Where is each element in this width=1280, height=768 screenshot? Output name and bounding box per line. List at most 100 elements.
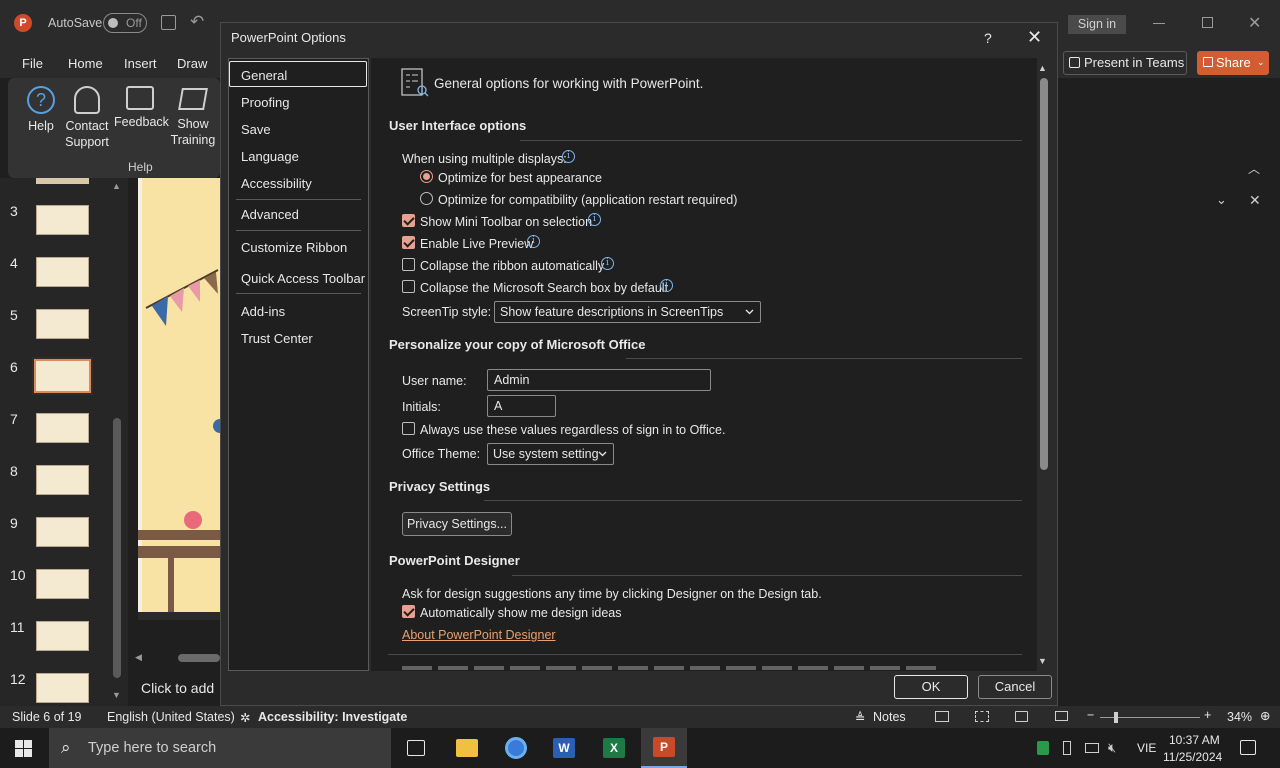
zoom-slider-thumb[interactable]: [1114, 712, 1118, 723]
slide-thumbnail[interactable]: [36, 205, 89, 235]
slide-sorter-icon[interactable]: [975, 711, 989, 722]
slide-thumbnail[interactable]: [36, 569, 89, 599]
info-icon[interactable]: i: [660, 279, 673, 292]
click-to-add-notes[interactable]: Click to add: [128, 668, 220, 706]
optimize-best-radio[interactable]: [420, 170, 433, 183]
present-in-teams-button[interactable]: Present in Teams: [1063, 51, 1187, 75]
always-use-label[interactable]: Always use these values regardless of si…: [420, 423, 725, 437]
contact-support-button[interactable]: Contact Support: [62, 84, 112, 150]
slide-thumbnail[interactable]: [36, 309, 89, 339]
dialog-close-icon[interactable]: ✕: [1027, 27, 1042, 48]
always-use-checkbox[interactable]: [402, 422, 415, 435]
fit-slide-icon[interactable]: ⊕: [1260, 708, 1270, 723]
input-language[interactable]: VIE: [1137, 741, 1156, 755]
info-icon[interactable]: i: [527, 235, 540, 248]
slide-thumbnail[interactable]: [36, 465, 89, 495]
info-icon[interactable]: i: [588, 213, 601, 226]
scroll-left-icon[interactable]: ◀: [135, 652, 142, 663]
dialog-help-icon[interactable]: ?: [984, 30, 992, 46]
help-button[interactable]: ? Help: [24, 84, 58, 134]
username-input[interactable]: [487, 369, 711, 391]
usb-tray-icon[interactable]: [1063, 741, 1071, 755]
live-preview-label[interactable]: Enable Live Preview: [420, 237, 533, 251]
accessibility-status[interactable]: Accessibility: Investigate: [258, 710, 407, 724]
collapse-ribbon-icon[interactable]: ︿: [1248, 160, 1260, 177]
file-explorer-icon[interactable]: [456, 739, 478, 757]
auto-design-ideas-checkbox[interactable]: [402, 605, 415, 618]
collapse-search-label[interactable]: Collapse the Microsoft Search box by def…: [420, 281, 668, 295]
word-icon[interactable]: W: [553, 738, 575, 758]
task-view-icon[interactable]: [407, 740, 425, 756]
screentip-style-select[interactable]: Show feature descriptions in ScreenTips: [494, 301, 761, 323]
office-theme-select[interactable]: Use system setting: [487, 443, 614, 465]
nav-accessibility[interactable]: Accessibility: [241, 176, 312, 191]
show-training-button[interactable]: Show Training: [168, 84, 218, 148]
language-status[interactable]: English (United States): [107, 710, 235, 724]
slide-thumbnail[interactable]: [36, 673, 89, 703]
slide-thumbnail[interactable]: [36, 621, 89, 651]
collapse-ribbon-label[interactable]: Collapse the ribbon automatically: [420, 259, 604, 273]
initials-input[interactable]: [487, 395, 556, 417]
restore-icon[interactable]: [1202, 17, 1213, 28]
security-tray-icon[interactable]: [1037, 741, 1049, 755]
slideshow-icon[interactable]: [1055, 711, 1068, 721]
nav-add-ins[interactable]: Add-ins: [241, 304, 285, 319]
feedback-button[interactable]: Feedback: [114, 84, 169, 130]
tab-draw[interactable]: Draw: [177, 56, 207, 71]
auto-design-ideas-label[interactable]: Automatically show me design ideas: [420, 606, 622, 620]
taskbar-search-input[interactable]: ⌕ Type here to search: [49, 728, 391, 768]
nav-save[interactable]: Save: [241, 122, 271, 137]
autosave-toggle[interactable]: Off: [103, 13, 147, 33]
nav-language[interactable]: Language: [241, 149, 299, 164]
tab-home[interactable]: Home: [68, 56, 103, 71]
powerpoint-taskbar-icon[interactable]: P: [641, 728, 687, 768]
slide-hscrollbar[interactable]: ◀: [128, 648, 220, 668]
collapse-search-checkbox[interactable]: [402, 280, 415, 293]
nav-quick-access-toolbar[interactable]: Quick Access Toolbar: [241, 271, 365, 286]
tab-insert[interactable]: Insert: [124, 56, 157, 71]
slide-thumbnail-selected[interactable]: [34, 359, 91, 393]
normal-view-icon[interactable]: [935, 711, 949, 722]
info-icon[interactable]: i: [562, 150, 575, 163]
share-button[interactable]: Share ⌄: [1197, 51, 1269, 75]
volume-muted-icon[interactable]: 🔇︎: [1108, 740, 1116, 756]
content-scroll-thumb[interactable]: [1040, 78, 1048, 470]
mini-toolbar-label[interactable]: Show Mini Toolbar on selection: [420, 215, 592, 229]
slide-canvas[interactable]: [138, 178, 220, 620]
windows-start-icon[interactable]: [15, 740, 32, 757]
sign-in-button[interactable]: Sign in: [1068, 15, 1126, 34]
nav-trust-center[interactable]: Trust Center: [241, 331, 313, 346]
ok-button[interactable]: OK: [894, 675, 968, 699]
undo-icon[interactable]: ↶: [190, 12, 204, 32]
hscroll-thumb[interactable]: [178, 654, 220, 662]
privacy-settings-button[interactable]: Privacy Settings...: [402, 512, 512, 536]
browser-icon[interactable]: [505, 737, 527, 759]
slide-thumbnail[interactable]: [36, 257, 89, 287]
optimize-compat-label[interactable]: Optimize for compatibility (application …: [438, 193, 737, 207]
scroll-down-icon[interactable]: ▼: [112, 690, 121, 700]
collapse-ribbon-checkbox[interactable]: [402, 258, 415, 271]
nav-customize-ribbon[interactable]: Customize Ribbon: [241, 240, 347, 255]
notes-button[interactable]: Notes: [873, 710, 906, 724]
nav-general[interactable]: General: [229, 61, 367, 87]
taskbar-time[interactable]: 10:37 AM: [1169, 733, 1220, 747]
close-app-icon[interactable]: ✕: [1248, 13, 1261, 33]
zoom-slider[interactable]: [1100, 712, 1200, 723]
taskbar-date[interactable]: 11/25/2024: [1163, 750, 1222, 764]
zoom-level[interactable]: 34%: [1227, 710, 1252, 724]
pane-chevron-down-icon[interactable]: ⌄: [1216, 192, 1227, 208]
nav-advanced[interactable]: Advanced: [241, 207, 299, 222]
reading-view-icon[interactable]: [1015, 711, 1028, 722]
pane-close-icon[interactable]: ✕: [1249, 192, 1261, 209]
excel-icon[interactable]: X: [603, 738, 625, 758]
scroll-down-icon[interactable]: ▼: [1038, 656, 1047, 666]
notifications-icon[interactable]: [1240, 740, 1256, 755]
network-tray-icon[interactable]: [1085, 743, 1099, 753]
optimize-compat-radio[interactable]: [420, 192, 433, 205]
mini-toolbar-checkbox[interactable]: [402, 214, 415, 227]
info-icon[interactable]: i: [601, 257, 614, 270]
slide-thumbnail[interactable]: [36, 517, 89, 547]
live-preview-checkbox[interactable]: [402, 236, 415, 249]
scroll-up-icon[interactable]: ▲: [112, 181, 121, 191]
nav-proofing[interactable]: Proofing: [241, 95, 289, 110]
